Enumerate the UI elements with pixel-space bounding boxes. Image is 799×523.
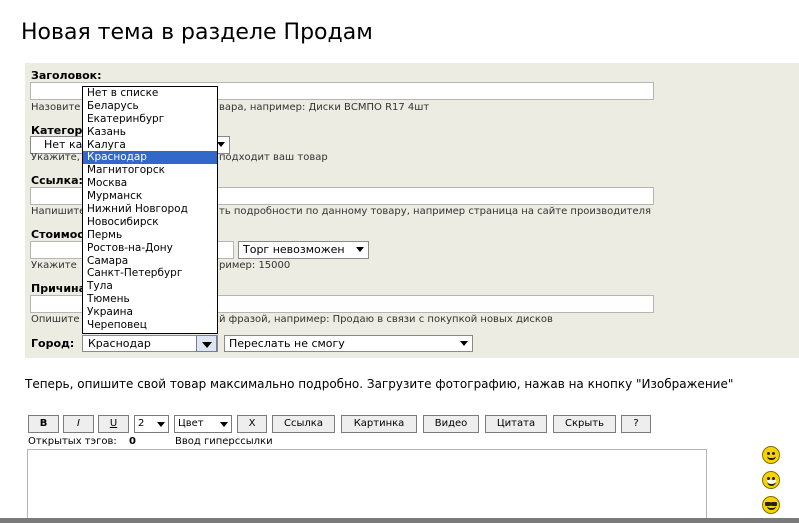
eye-icon [767,452,770,455]
smile-icon[interactable] [762,446,780,464]
heading-label: Заголовок: [31,69,102,82]
heading-hint-left: Назовите [31,102,81,113]
city-option[interactable]: Калуга [83,139,217,152]
font-size-select[interactable]: 2 [134,415,169,433]
eye-icon [772,452,775,455]
category-selected-value: Нет ка [44,138,83,151]
bargain-selected-value: Торг невозможен [243,243,345,256]
font-size-value: 2 [138,418,145,429]
chevron-down-icon [460,341,468,346]
italic-button[interactable]: I [63,415,94,433]
bottom-scrollbar[interactable] [0,518,799,523]
open-tags-label: Открытых тэгов: [28,436,117,447]
city-option[interactable]: Магнитогорск [83,164,217,177]
chevron-down-icon [157,422,165,427]
city-option[interactable]: Ростов-на-Дону [83,242,217,255]
price-hint-right: ример: 15000 [219,260,291,271]
city-option[interactable]: Самара [83,255,217,268]
city-option[interactable]: Нет в списке [83,87,217,100]
underline-button[interactable]: U [98,415,129,433]
clear-format-button[interactable]: X [237,415,267,433]
forward-select[interactable]: Переслать не смогу [224,335,473,352]
cool-icon[interactable] [762,496,780,514]
reason-hint-right: й фразой, например: Продаю в связи с пок… [219,314,553,325]
message-textarea[interactable] [27,449,707,523]
chevron-down-icon [220,422,228,427]
color-value: Цвет [178,418,204,429]
city-option[interactable]: Череповец [83,319,217,332]
link-hint-right: ть подробности по данному товару, наприм… [219,206,652,217]
city-dropdown-list[interactable]: Нет в списке Беларусь Екатеринбург Казань Ка… [82,86,218,334]
mouth-icon [767,506,776,510]
city-option[interactable]: Тюмень [83,293,217,306]
category-hint-left: Укажите, [31,152,80,163]
price-hint-left: Укажите [31,260,77,271]
chevron-down-icon [217,142,225,147]
open-tags-count: 0 [129,436,136,447]
link-label: Ссылка: [31,174,83,187]
city-option[interactable]: Казань [83,126,217,139]
city-selected-value: Краснодар [88,337,151,350]
forward-selected-value: Переслать не смогу [229,337,345,350]
link-button[interactable]: Ссылка [272,415,335,433]
bold-button[interactable]: B [28,415,59,433]
city-option[interactable]: Санкт-Петербург [83,267,217,280]
category-hint-right: подходит ваш товар [219,152,328,163]
city-option[interactable]: Украина [83,306,217,319]
reason-hint-left: Опишите [31,314,80,325]
city-option[interactable]: Мурманск [83,190,217,203]
reason-label: Причина [31,282,87,295]
city-option[interactable]: Тула [83,280,217,293]
city-option[interactable]: Пермь [83,229,217,242]
heading-hint-right: вара, например: Диски ВСМПО R17 4шт [219,102,430,113]
city-label: Город: [31,337,75,350]
image-button[interactable]: Картинка [341,415,417,433]
video-button[interactable]: Видео [423,415,479,433]
editor-mode-status: Ввод гиперссылки [175,436,273,447]
page-title: Новая тема в разделе Продам [21,20,373,45]
quote-button[interactable]: Цитата [485,415,547,433]
color-select[interactable]: Цвет [174,415,232,433]
city-option[interactable]: Нижний Новгород [83,203,217,216]
link-hint-left: Напишите [31,206,86,217]
bargain-select[interactable]: Торг невозможен [238,241,369,259]
city-option[interactable]: Екатеринбург [83,113,217,126]
chevron-down-icon [356,247,364,252]
city-option[interactable]: Краснодар [83,151,217,165]
grin-icon[interactable] [762,471,780,489]
hide-button[interactable]: Скрыть [553,415,616,433]
help-button[interactable]: ? [621,415,651,433]
chevron-down-icon [202,342,212,348]
mouth-icon [767,480,776,486]
city-dropdown-button[interactable] [196,335,217,352]
mouth-icon [767,456,776,460]
price-label: Стоимос [31,228,84,241]
city-option[interactable]: Москва [83,177,217,190]
city-option[interactable]: Новосибирск [83,216,217,229]
description-intro: Теперь, опишите свой товар максимально п… [25,377,734,391]
city-option[interactable]: Беларусь [83,100,217,113]
